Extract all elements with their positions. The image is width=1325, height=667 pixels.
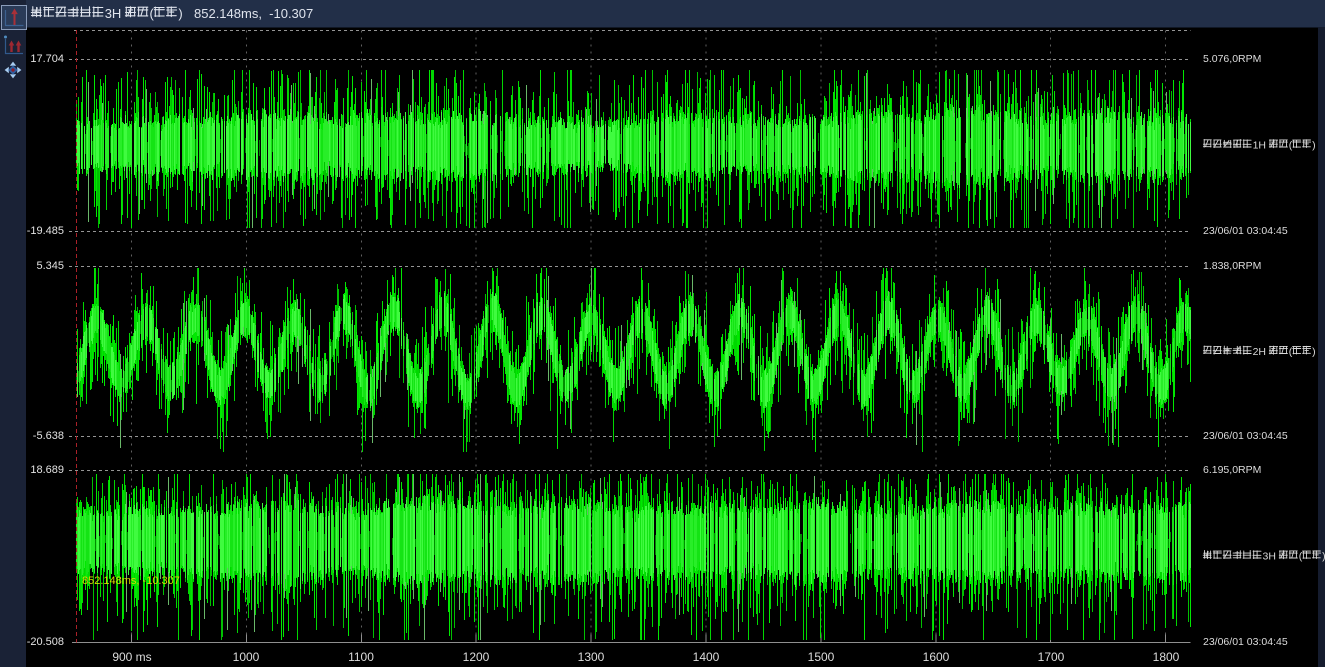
svg-text:(: (: [1289, 346, 1293, 358]
svg-text:(: (: [1289, 140, 1293, 152]
svg-text:3H: 3H: [1263, 551, 1279, 563]
svg-text:): ): [1312, 346, 1316, 358]
svg-text:2H: 2H: [1253, 346, 1269, 358]
svg-text:(: (: [1299, 551, 1303, 563]
svg-text:): ): [1312, 140, 1316, 152]
svg-text:1H: 1H: [1253, 140, 1269, 152]
